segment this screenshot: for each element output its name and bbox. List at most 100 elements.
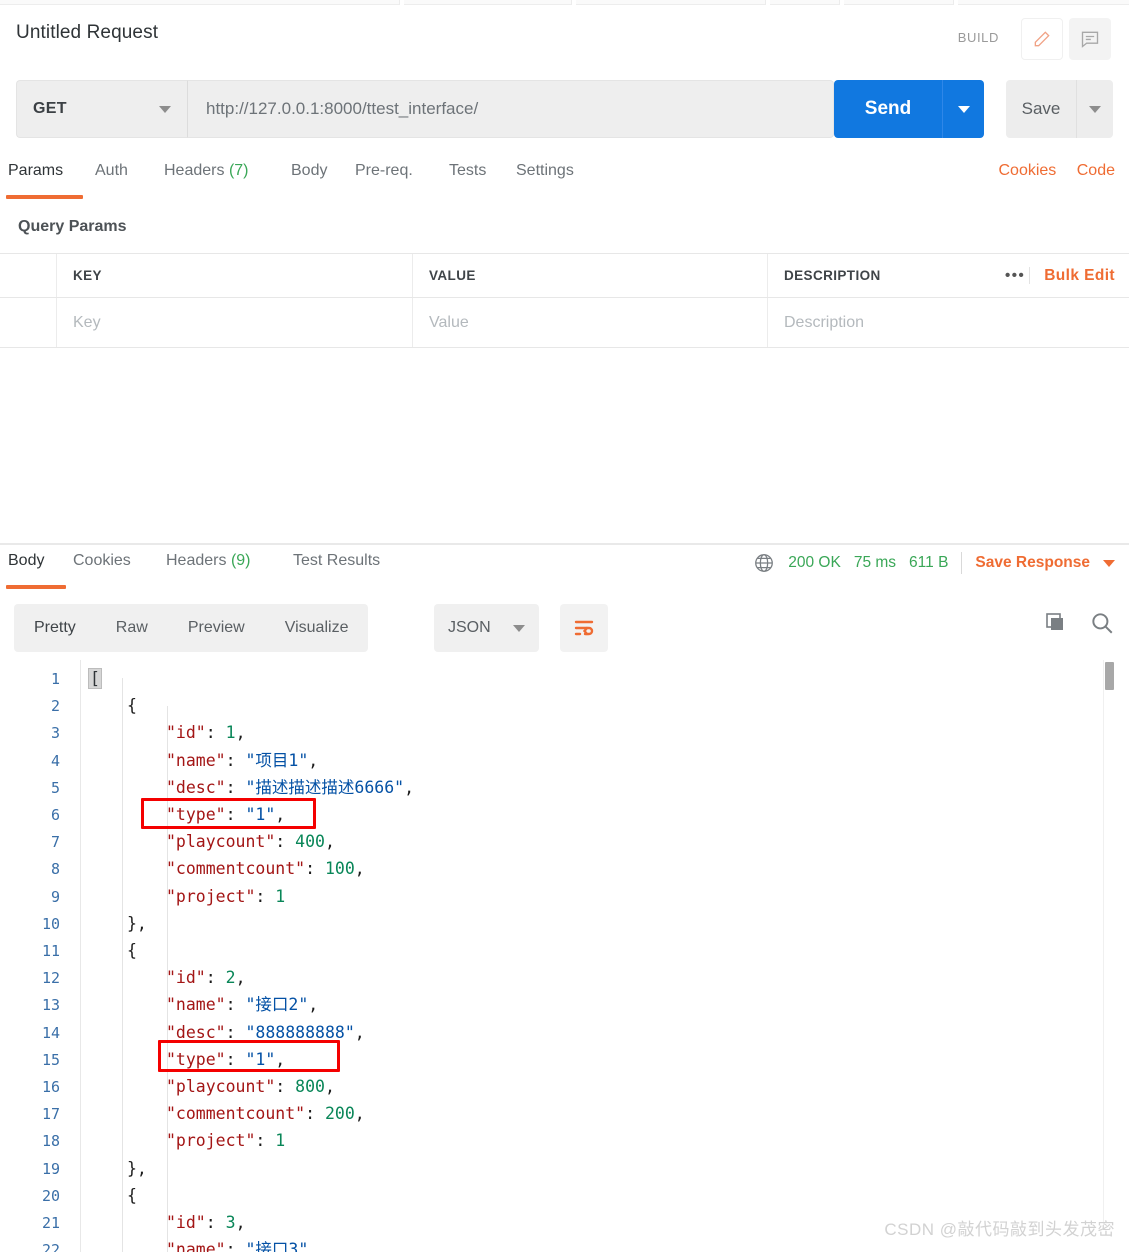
- bulk-edit-button[interactable]: Bulk Edit: [1044, 267, 1115, 285]
- param-key-input[interactable]: Key: [57, 298, 413, 347]
- line-number: 18: [41, 1132, 60, 1151]
- line-number-gutter: 1 2 3 4 5 6 7 8 9 10 11 12 13 14 15 16 17 18 19 20 21 22: [0, 660, 72, 1252]
- tab-params[interactable]: Params: [8, 162, 63, 180]
- response-tools: [1043, 610, 1115, 636]
- tab-response-cookies[interactable]: Cookies: [73, 552, 131, 570]
- save-response-button[interactable]: Save Response: [975, 554, 1090, 572]
- line-number: 6: [50, 806, 60, 824]
- line-number: 20: [41, 1186, 60, 1205]
- tab-prereq[interactable]: Pre-req.: [355, 162, 413, 180]
- param-value-input[interactable]: Value: [413, 298, 768, 347]
- view-mode-group: Pretty Raw Preview Visualize: [14, 604, 369, 652]
- tab-label: Auth: [95, 162, 128, 179]
- code-token: :: [275, 1077, 296, 1096]
- tab-label: Cookies: [73, 552, 131, 569]
- view-mode-raw[interactable]: Raw: [96, 604, 168, 652]
- response-tab-bar: Body Cookies Headers (9) Test Results 20…: [0, 552, 1129, 592]
- cookies-link[interactable]: Cookies: [998, 162, 1056, 179]
- code-line: "id": 1,: [166, 724, 246, 742]
- query-params-table: KEY VALUE DESCRIPTION ••• Bulk Edit Key …: [0, 253, 1129, 348]
- tab-label: Body: [291, 162, 328, 179]
- select-all-checkbox-cell[interactable]: [0, 254, 57, 297]
- send-button[interactable]: Send: [834, 80, 942, 138]
- copy-icon[interactable]: [1043, 611, 1067, 635]
- response-format-value: JSON: [448, 619, 491, 636]
- tab-headers[interactable]: Headers (7): [164, 162, 249, 180]
- view-mode-visualize[interactable]: Visualize: [265, 604, 369, 652]
- line-number: 11: [41, 942, 60, 960]
- code-token: :: [255, 1131, 276, 1151]
- code-line: {: [127, 1186, 137, 1205]
- send-button-group: Send: [834, 80, 984, 138]
- tab-auth[interactable]: Auth: [95, 162, 128, 180]
- code-scrollbar-track[interactable]: [1103, 660, 1115, 1230]
- code-line: "name": "项目1",: [166, 751, 318, 770]
- type-field-highlight-1: [141, 798, 316, 829]
- code-token: :: [225, 777, 246, 797]
- indent-guide: [122, 678, 123, 1252]
- code-token: {: [127, 696, 137, 716]
- code-token: "playcount": [166, 1077, 276, 1096]
- code-line: [: [88, 668, 102, 689]
- code-line: "name": "接口3": [166, 1241, 308, 1252]
- tab-label: Params: [8, 162, 64, 179]
- line-number: 2: [50, 697, 60, 716]
- line-number: 15: [41, 1050, 60, 1069]
- response-format-select[interactable]: JSON: [434, 604, 539, 652]
- more-options-icon[interactable]: •••: [1001, 267, 1031, 284]
- code-token: "project": [166, 886, 256, 906]
- code-link[interactable]: Code: [1077, 162, 1115, 179]
- code-line: {: [127, 942, 137, 960]
- save-button[interactable]: Save: [1006, 80, 1076, 138]
- http-method-select[interactable]: GET: [16, 80, 187, 138]
- code-token: :: [305, 1104, 325, 1124]
- code-line: "desc": "描述描述描述6666",: [166, 777, 414, 797]
- code-token: ,: [354, 1104, 365, 1124]
- response-body-code-viewer[interactable]: 1 2 3 4 5 6 7 8 9 10 11 12 13 14 15 16 17 18 19 20 21 22 [{"i…: [0, 660, 1129, 1252]
- save-options-button[interactable]: [1076, 80, 1113, 138]
- tab-test-results[interactable]: Test Results: [293, 552, 380, 570]
- chevron-down-icon[interactable]: [1103, 559, 1115, 567]
- row-checkbox-cell[interactable]: [0, 298, 57, 347]
- tab-settings[interactable]: Settings: [516, 162, 574, 180]
- line-number: 1: [50, 670, 60, 688]
- tab-response-body[interactable]: Body: [8, 552, 44, 570]
- edit-pencil-button[interactable]: [1021, 18, 1063, 60]
- view-mode-preview[interactable]: Preview: [168, 604, 265, 652]
- table-row: Key Value Description: [0, 298, 1129, 348]
- watermark: CSDN @敲代码敲到头发茂密: [884, 1220, 1115, 1239]
- tab-body[interactable]: Body: [291, 162, 327, 180]
- view-mode-pretty[interactable]: Pretty: [14, 604, 96, 652]
- code-token: :: [275, 832, 296, 852]
- line-number: 3: [50, 724, 60, 743]
- param-description-input[interactable]: Description: [768, 298, 968, 347]
- line-number: 14: [41, 1023, 60, 1042]
- code-token: "desc": [166, 777, 226, 797]
- code-token: 1: [275, 1131, 286, 1151]
- search-icon[interactable]: [1089, 610, 1115, 636]
- code-scrollbar-thumb[interactable]: [1105, 662, 1114, 690]
- code-line: },: [127, 914, 147, 933]
- active-tab-indicator: [6, 195, 83, 199]
- table-header-row: KEY VALUE DESCRIPTION ••• Bulk Edit: [0, 253, 1129, 298]
- pencil-icon: [1034, 31, 1050, 47]
- url-input[interactable]: http://127.0.0.1:8000/ttest_interface/: [187, 80, 834, 138]
- code-token: ,: [308, 995, 319, 1015]
- code-token: 1: [225, 723, 236, 743]
- query-params-title: Query Params: [18, 218, 127, 235]
- response-body-toolbar: Pretty Raw Preview Visualize JSON: [14, 604, 1115, 652]
- build-label: BUILD: [957, 30, 999, 45]
- comments-button[interactable]: [1069, 18, 1111, 60]
- code-line: "name": "接口2",: [166, 996, 318, 1014]
- code-token: ,: [324, 832, 335, 852]
- send-options-button[interactable]: [942, 80, 984, 138]
- code-line: "project": 1: [166, 1132, 285, 1150]
- tab-response-headers[interactable]: Headers (9): [166, 552, 251, 570]
- code-line: "playcount": 400,: [166, 833, 335, 851]
- wrap-text-button[interactable]: [560, 604, 608, 652]
- tab-label: Settings: [516, 162, 574, 179]
- response-pane-divider[interactable]: [0, 543, 1129, 545]
- tab-label: Headers: [166, 552, 227, 569]
- tab-tests[interactable]: Tests: [449, 162, 486, 180]
- code-token: :: [225, 995, 246, 1015]
